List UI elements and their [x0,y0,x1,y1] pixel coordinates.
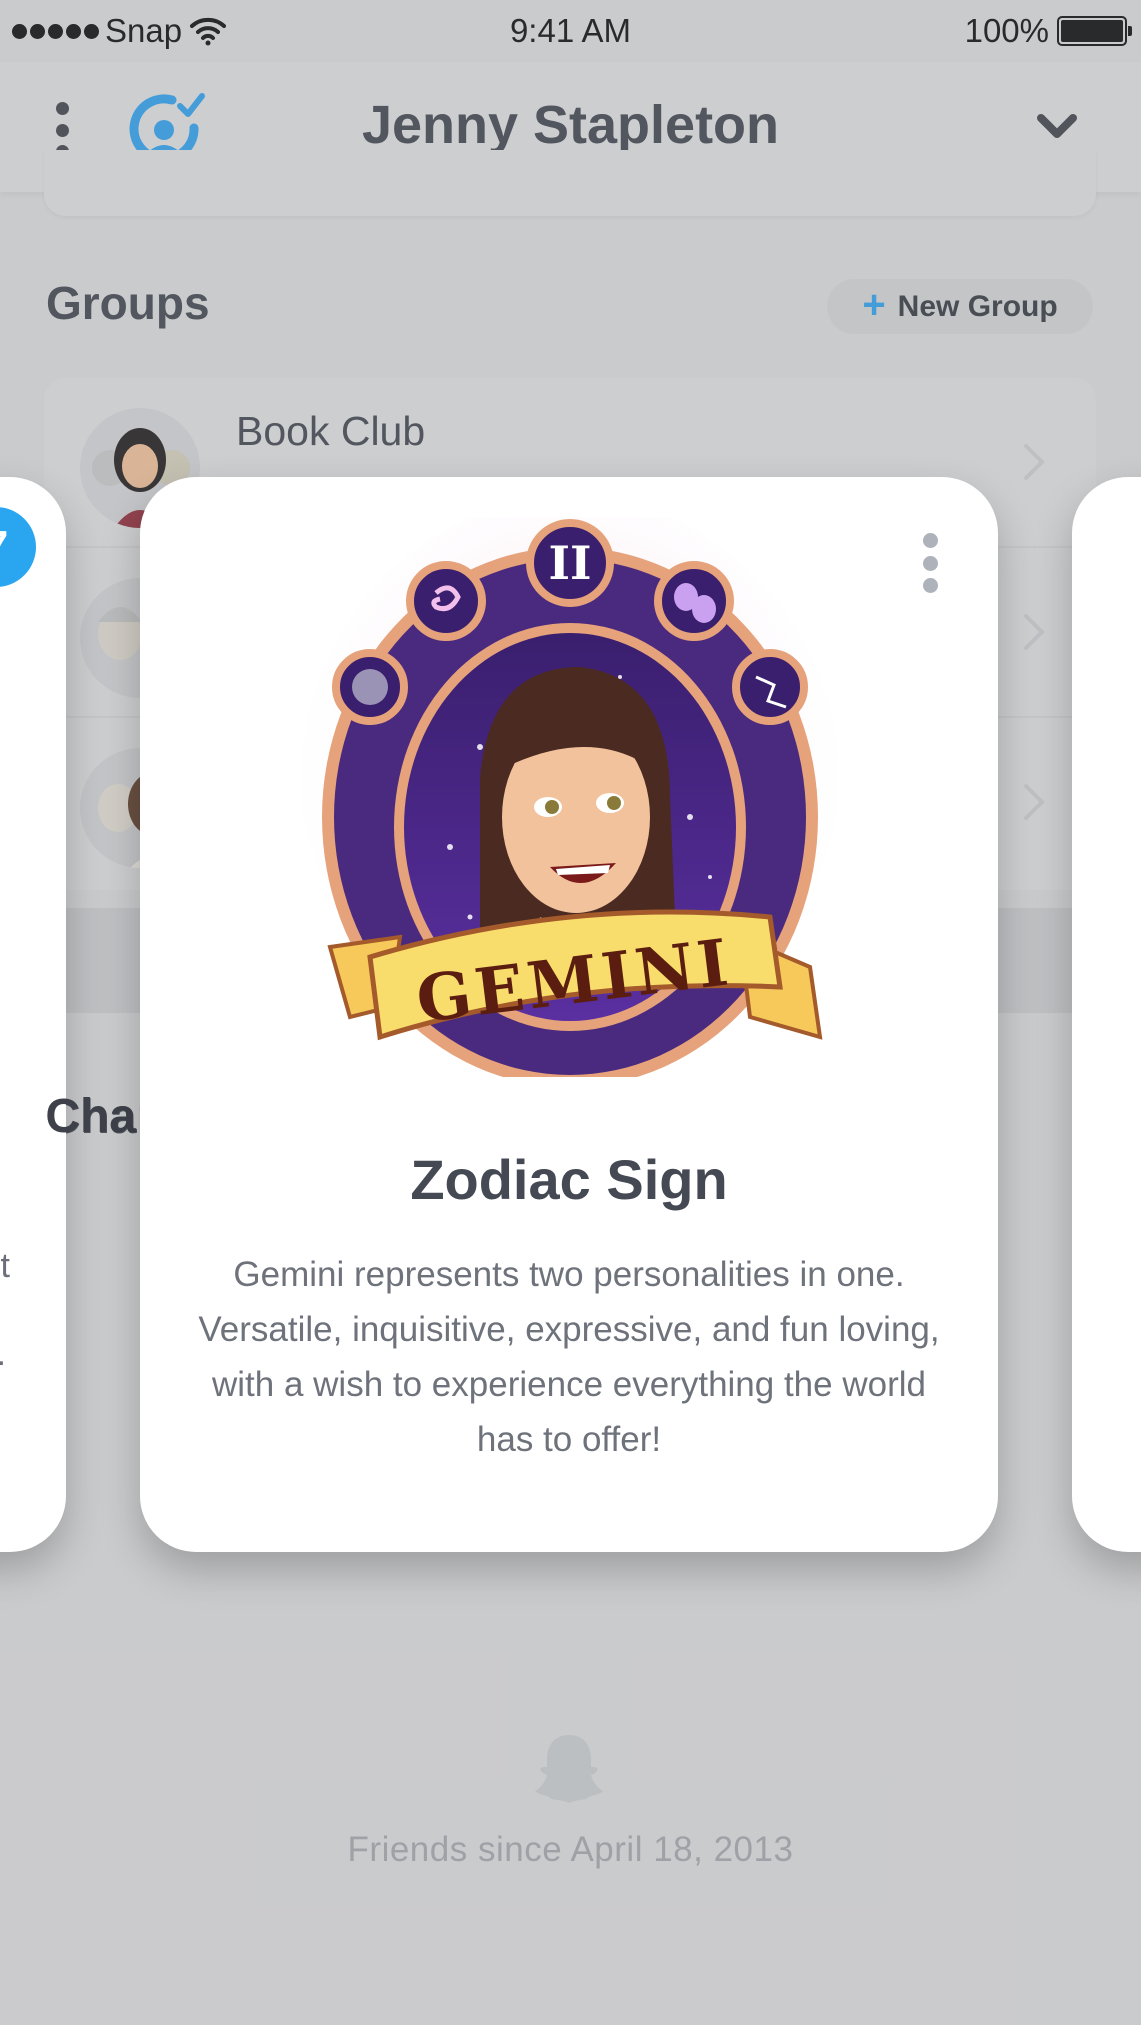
card-text-fragment: t [0,1247,10,1285]
carousel-card-previous[interactable]: 7 Cha t . [0,477,136,1552]
gemini-bitmoji-illustration: II GEMINI [300,517,840,1077]
card-heading-fragment: Cha [45,1090,136,1143]
carousel-card-next[interactable] [1072,477,1141,1552]
card-title: Zodiac Sign [410,1148,728,1211]
zodiac-sign-card[interactable]: II GEMINI Zodiac Sign Gemini represents … [140,477,998,1552]
svg-text:II: II [548,536,591,590]
card-text-fragment: . [0,1335,6,1374]
card-options-icon[interactable] [920,533,940,593]
card-description: Gemini represents two personalities in o… [198,1255,940,1459]
card-badge: 7 [0,507,36,587]
